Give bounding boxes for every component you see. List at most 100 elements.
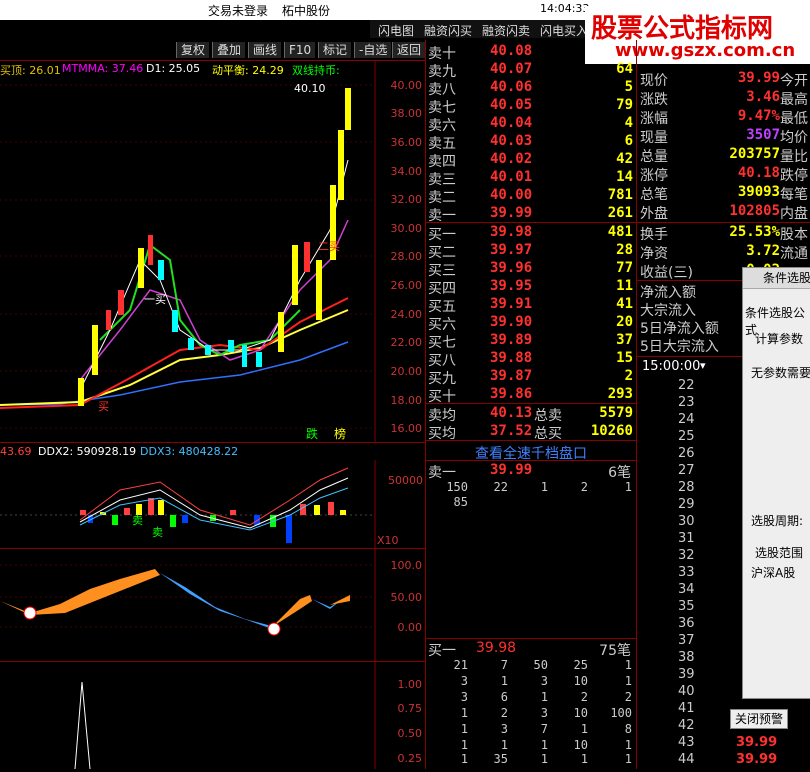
- ma-line-blue: [0, 341, 349, 406]
- bid-row[interactable]: 买六 39.90 20: [428, 314, 633, 333]
- bid-row[interactable]: 买三 39.96 77: [428, 260, 633, 279]
- depth-bid-row: 1 2 3 10 100: [460, 706, 632, 720]
- ddx1-value: 43.69: [0, 445, 32, 458]
- ask-row[interactable]: 卖七 40.05 79: [428, 97, 633, 116]
- bid-row[interactable]: 买四 39.95 11: [428, 278, 633, 297]
- no-params-text: 无参数需要: [751, 366, 810, 380]
- f10-button[interactable]: F10: [284, 42, 316, 58]
- close-alert-button[interactable]: 关闭预警: [730, 709, 788, 729]
- restore-rights-button[interactable]: 复权: [176, 42, 210, 58]
- nav-margin-buy[interactable]: 融资闪买: [424, 22, 472, 39]
- ask-row[interactable]: 卖九 40.07 64: [428, 61, 633, 80]
- buy-mark: 买: [98, 400, 109, 413]
- condition-select-dialog[interactable]: 条件选股 条件选股公式 计算参数 无参数需要 选股周期: 选股范围 沪深A股: [742, 267, 810, 699]
- candles: [78, 88, 351, 406]
- bid-row[interactable]: 买二 39.97 28: [428, 242, 633, 261]
- price-tick: 24.00: [391, 308, 423, 321]
- ask-row[interactable]: 卖六 40.04 4: [428, 115, 633, 134]
- stat-row: 现量 3507 均价: [640, 127, 808, 146]
- stat-row: 现价 39.99 今开: [640, 70, 808, 89]
- period-label: 选股周期:: [751, 514, 804, 528]
- bid-row[interactable]: 买十 39.86 293: [428, 386, 633, 405]
- stat-row: 外盘 102805 内盘: [640, 203, 808, 222]
- tag-fall: 跌: [306, 426, 318, 441]
- back-button[interactable]: 返回: [392, 42, 425, 58]
- high-label: 40.10: [294, 82, 326, 95]
- buy2-mark: 二买: [318, 240, 340, 253]
- ddx3-value: DDX3: 480428.22: [140, 445, 239, 458]
- bottom-tick: 1.00: [398, 678, 423, 691]
- nav-flash-chart[interactable]: 闪电图: [378, 22, 414, 39]
- osc-signal-icon: [267, 622, 281, 636]
- bottom-indicator-chart[interactable]: 1.00 0.75 0.50 0.25: [0, 662, 425, 769]
- tag-rank: 榜: [334, 426, 346, 441]
- chevron-down-icon[interactable]: ▾: [700, 359, 706, 372]
- ddx2-value: DDX2: 590928.19: [38, 445, 137, 458]
- range-group: 选股范围: [755, 546, 804, 560]
- price-tick: 32.00: [391, 193, 423, 206]
- depth-bid-row: 36122: [460, 690, 632, 704]
- watermark-url: www.gszx.com.cn: [615, 40, 796, 61]
- ddx-header: 43.69 DDX2: 590928.19 DDX3: 480428.22: [0, 445, 380, 459]
- bottom-tick: 0.25: [398, 752, 423, 765]
- ask-row[interactable]: 卖二 40.00 781: [428, 187, 633, 206]
- ddx-scale: X10: [377, 534, 399, 547]
- params-group: 计算参数: [755, 332, 804, 346]
- oscillator-chart[interactable]: 100.0 50.00 0.00: [0, 549, 425, 661]
- price-tick: 40.00: [391, 79, 423, 92]
- stock-name: 柘中股份: [282, 4, 331, 18]
- nav-margin-sell[interactable]: 融资闪卖: [482, 22, 530, 39]
- stat-row: 总量 203757 量比: [640, 146, 808, 165]
- price-tick: 26.00: [391, 279, 423, 292]
- depth-ask-header: 卖一 39.99 6笔: [428, 462, 631, 481]
- depth-bid-row: 3 1 3 10 1: [460, 674, 632, 688]
- clock: 14:04:33: [540, 2, 590, 15]
- ask-row[interactable]: 卖五 40.03 6: [428, 133, 633, 152]
- depth-bid-row: 1 35 1 1 1: [460, 752, 632, 766]
- ddx-sell-mark: 卖: [132, 514, 143, 527]
- stat-row: 换手 25.53% 股本: [640, 224, 808, 243]
- bid-row[interactable]: 买九 39.87 2: [428, 368, 633, 387]
- depth-ask-row: 85: [453, 495, 468, 509]
- chart-toolbar: 复权 叠加 画线 F10 标记 -自选 返回: [0, 40, 425, 61]
- price-tick: 38.00: [391, 107, 423, 120]
- stat-row: 涨停 40.18 跌停: [640, 165, 808, 184]
- range-value[interactable]: 沪深A股: [751, 564, 795, 581]
- candlestick-chart[interactable]: 40.10 一买 买 二买 跌 榜 40.00 38.00 36.00 34.0…: [0, 60, 425, 442]
- depth-ask-row: 150 22 1 2 1: [446, 480, 632, 494]
- draw-line-button[interactable]: 画线: [248, 42, 282, 58]
- ask-row[interactable]: 卖一 39.99 261: [428, 205, 633, 224]
- bottom-tick: 0.75: [398, 702, 423, 715]
- tick-time: 15:00:00: [642, 359, 701, 374]
- nav-flash-buy[interactable]: 闪电买入: [540, 22, 588, 39]
- bottom-tick: 0.50: [398, 727, 423, 740]
- ask-row[interactable]: 卖四 40.02 42: [428, 151, 633, 170]
- buy1-mark: 一买: [144, 293, 166, 306]
- bid-row[interactable]: 买七 39.89 37: [428, 332, 633, 351]
- stat-row: 净资 3.72 流通: [640, 243, 808, 262]
- watchlist-button[interactable]: -自选: [354, 42, 392, 58]
- ask-row[interactable]: 卖八 40.06 5: [428, 79, 633, 98]
- osc-tick: 100.0: [391, 559, 423, 572]
- overlay-button[interactable]: 叠加: [212, 42, 246, 58]
- ask-row[interactable]: 卖十 40.08: [428, 43, 633, 62]
- mark-button[interactable]: 标记: [318, 42, 352, 58]
- ask-row[interactable]: 卖三 40.01 14: [428, 169, 633, 188]
- bid-row[interactable]: 买八 39.88 15: [428, 350, 633, 369]
- price-tick: 22.00: [391, 336, 423, 349]
- bid-row[interactable]: 买五 39.91 41: [428, 296, 633, 315]
- price-tick: 34.00: [391, 165, 423, 178]
- stat-row: 涨幅 9.47% 最低: [640, 108, 808, 127]
- stat-row: 涨跌 3.46 最高: [640, 89, 808, 108]
- depth-bid-header: 39.98 买一 75笔: [428, 640, 631, 659]
- ddx-chart[interactable]: 卖 卖 50000 X10: [0, 460, 425, 548]
- login-status: 交易未登录: [208, 4, 269, 18]
- ddx-sell-mark: 卖: [152, 526, 163, 539]
- price-tick: 16.00: [391, 422, 423, 435]
- dialog-title[interactable]: 条件选股: [743, 268, 810, 289]
- osc-tick: 0.00: [398, 621, 423, 634]
- price-tick: 20.00: [391, 365, 423, 378]
- price-tick: 18.00: [391, 394, 423, 407]
- bid-row[interactable]: 买一 39.98 481: [428, 224, 633, 243]
- osc-signal-icon: [23, 606, 37, 620]
